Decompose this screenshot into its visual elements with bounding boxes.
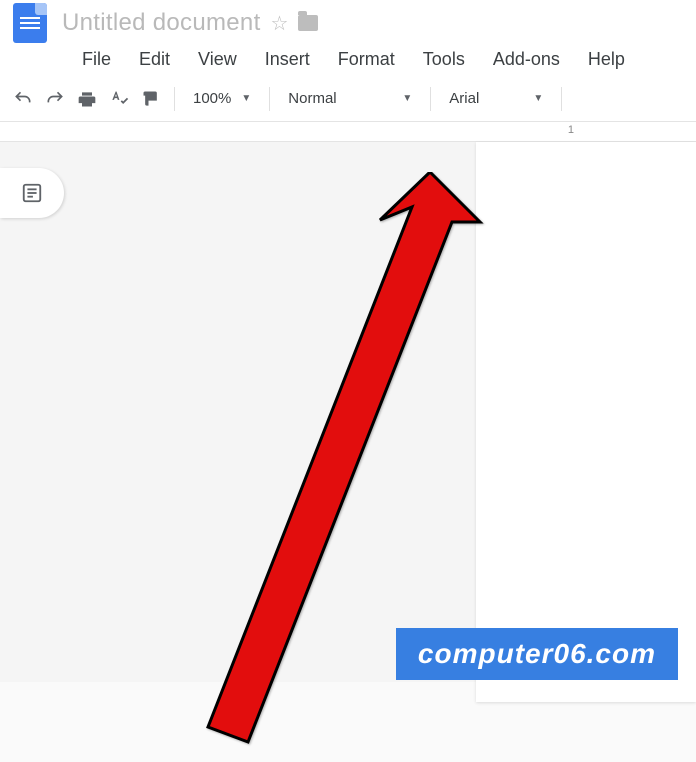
paint-format-button[interactable]: [138, 86, 164, 112]
title-row: Untitled document ☆: [8, 4, 688, 42]
menu-tools[interactable]: Tools: [409, 45, 479, 74]
docs-logo[interactable]: [8, 1, 52, 45]
font-dropdown[interactable]: Arial ▼: [441, 85, 551, 113]
ruler-mark: 1: [568, 124, 606, 136]
menu-file[interactable]: File: [68, 45, 125, 74]
menu-view[interactable]: View: [184, 45, 251, 74]
document-area: 1: [0, 122, 696, 682]
document-page[interactable]: [476, 142, 696, 702]
star-icon[interactable]: ☆: [271, 11, 289, 36]
chevron-down-icon: ▼: [533, 93, 543, 104]
divider: [174, 87, 175, 111]
watermark: computer06.com: [396, 628, 678, 680]
menu-addons[interactable]: Add-ons: [479, 45, 574, 74]
print-button[interactable]: [74, 86, 100, 112]
redo-button[interactable]: [42, 86, 68, 112]
divider: [269, 87, 270, 111]
undo-button[interactable]: [10, 86, 36, 112]
folder-icon[interactable]: [298, 15, 318, 31]
menu-format[interactable]: Format: [324, 45, 409, 74]
outline-toggle[interactable]: [0, 168, 64, 218]
zoom-dropdown[interactable]: 100% ▼: [185, 85, 259, 113]
header: Untitled document ☆ File Edit View Inser…: [0, 0, 696, 76]
menu-edit[interactable]: Edit: [125, 45, 184, 74]
divider: [430, 87, 431, 111]
font-value: Arial: [449, 90, 479, 107]
style-value: Normal: [288, 90, 336, 107]
chevron-down-icon: ▼: [241, 93, 251, 104]
toolbar: 100% ▼ Normal ▼ Arial ▼: [0, 76, 696, 122]
chevron-down-icon: ▼: [402, 93, 412, 104]
menubar: File Edit View Insert Format Tools Add-o…: [8, 42, 688, 76]
menu-insert[interactable]: Insert: [251, 45, 324, 74]
spellcheck-button[interactable]: [106, 86, 132, 112]
style-dropdown[interactable]: Normal ▼: [280, 85, 420, 113]
menu-help[interactable]: Help: [574, 45, 639, 74]
document-title[interactable]: Untitled document: [62, 9, 261, 37]
divider: [561, 87, 562, 111]
outline-icon: [21, 182, 43, 204]
ruler[interactable]: 1: [0, 122, 696, 142]
zoom-value: 100%: [193, 90, 231, 107]
